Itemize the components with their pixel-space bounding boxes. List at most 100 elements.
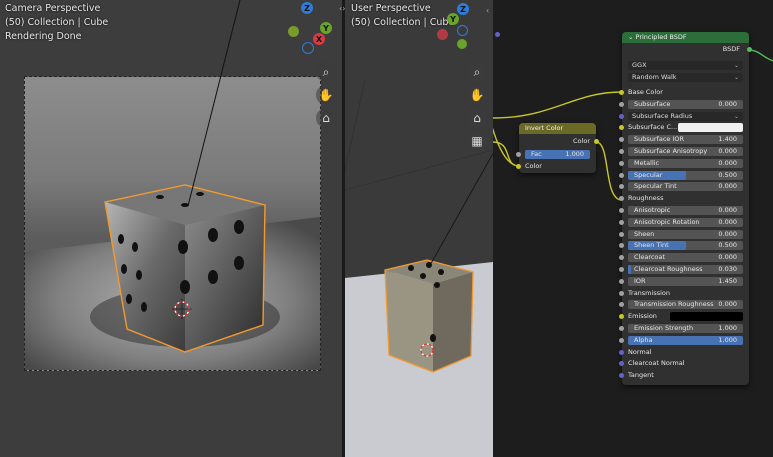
bsdf-input-row[interactable]: Sheen Tint 0.500 [619, 240, 749, 251]
value-field[interactable]: Metallic 0.000 [628, 158, 743, 168]
input-socket[interactable] [619, 196, 624, 202]
gizmo-neg-y[interactable] [302, 42, 314, 54]
gizmo-y-axis[interactable]: Y [320, 22, 332, 34]
subsurface-method-dropdown[interactable]: Random Walk ⌄ [628, 73, 743, 82]
output-socket[interactable] [594, 139, 599, 144]
collapse-chevron-icon[interactable]: ⌄ [628, 33, 636, 41]
bsdf-input-row[interactable]: Normal [619, 347, 749, 358]
bsdf-input-row[interactable]: Subsurface Anisotropy 0.000 [619, 146, 749, 157]
value-field[interactable]: Sheen Tint 0.500 [628, 241, 743, 251]
bsdf-input-row[interactable]: Specular 0.500 [619, 170, 749, 181]
bsdf-input-row[interactable]: Subsurface IOR 1.400 [619, 134, 749, 145]
value-field[interactable]: Specular Tint 0.000 [628, 182, 743, 192]
value-field[interactable]: Anisotropic Rotation 0.000 [628, 217, 743, 227]
node-header[interactable]: Invert Color [519, 123, 596, 134]
distribution-dropdown[interactable]: GGX ⌄ [628, 61, 743, 70]
bsdf-input-row[interactable]: Base Color [619, 87, 749, 98]
input-socket[interactable] [619, 255, 624, 261]
color-swatch-white[interactable] [678, 123, 743, 133]
input-socket[interactable] [619, 101, 624, 107]
node-editor[interactable]: Invert Color Color Fac 1.000 Color ⌄ Pri… [493, 0, 773, 457]
navigation-gizmo[interactable]: Z Y [437, 3, 493, 59]
fac-field[interactable]: Fac 1.000 [525, 150, 590, 159]
bsdf-input-row[interactable]: Clearcoat Normal [619, 358, 749, 369]
input-socket[interactable] [619, 267, 624, 272]
input-color-socket[interactable] [516, 164, 521, 169]
bsdf-input-row[interactable]: Sheen 0.000 [619, 229, 749, 240]
value-field[interactable]: Transmission Roughness 0.000 [628, 300, 743, 310]
input-socket[interactable] [619, 349, 624, 355]
bsdf-output-socket[interactable] [747, 47, 752, 52]
fac-socket[interactable] [516, 152, 521, 157]
value-field[interactable]: Subsurface Anisotropy 0.000 [628, 147, 743, 156]
input-socket[interactable] [619, 90, 624, 95]
value-field[interactable]: Subsurface IOR 1.400 [628, 135, 743, 145]
camera-viewport[interactable]: Camera Perspective (50) Collection | Cub… [0, 0, 342, 457]
gizmo-x-axis[interactable]: X [313, 33, 325, 45]
bsdf-input-row[interactable]: Emission Strength 1.000 [619, 323, 749, 334]
bsdf-input-row[interactable]: Clearcoat Roughness 0.030 [619, 264, 749, 275]
gizmo-neg-x[interactable] [457, 39, 467, 49]
bsdf-input-row[interactable]: Subsurface Radius ⌄ [619, 111, 749, 122]
input-socket[interactable] [619, 337, 624, 343]
bsdf-input-row[interactable]: Anisotropic Rotation 0.000 [619, 217, 749, 228]
value-field[interactable]: Sheen 0.000 [628, 229, 743, 239]
gizmo-z-axis[interactable]: Z [457, 3, 469, 15]
gizmo-z-axis[interactable]: Z [301, 2, 313, 14]
input-socket[interactable] [619, 149, 624, 154]
value-field[interactable]: Clearcoat 0.000 [628, 253, 743, 263]
zoom-icon[interactable]: ⌕ [316, 62, 336, 82]
color-swatch-black[interactable] [670, 312, 743, 322]
value-field[interactable]: IOR 1.450 [628, 276, 743, 286]
bsdf-input-row[interactable]: IOR 1.450 [619, 276, 749, 287]
bsdf-input-row[interactable]: Specular Tint 0.000 [619, 181, 749, 192]
gizmo-neg-x[interactable] [288, 26, 299, 37]
bsdf-input-row[interactable]: Tangent [619, 370, 749, 381]
grid-icon[interactable]: ▦ [467, 131, 487, 151]
input-socket[interactable] [619, 361, 624, 367]
input-socket[interactable] [619, 160, 624, 166]
user-viewport[interactable]: User Perspective (50) Collection | Cube … [345, 0, 493, 457]
pan-hand-icon[interactable]: ✋ [467, 85, 487, 105]
bsdf-input-row[interactable]: Alpha 1.000 [619, 335, 749, 346]
bsdf-input-row[interactable]: Emission [619, 311, 749, 322]
zoom-icon[interactable]: ⌕ [467, 62, 487, 82]
bsdf-input-row[interactable]: Transmission Roughness 0.000 [619, 299, 749, 310]
pan-hand-icon[interactable]: ✋ [316, 85, 336, 105]
input-socket[interactable] [619, 184, 624, 190]
collapse-arrow-icon[interactable]: ‹ [486, 6, 489, 15]
input-socket[interactable] [619, 243, 624, 249]
bsdf-input-row[interactable]: Roughness [619, 193, 749, 204]
gizmo-y-axis[interactable]: Y [447, 13, 459, 25]
bsdf-input-row[interactable]: Transmission [619, 288, 749, 299]
input-socket[interactable] [619, 290, 624, 296]
node-socket-left[interactable] [495, 32, 500, 37]
gizmo-x-axis[interactable] [437, 29, 448, 40]
input-socket[interactable] [619, 231, 624, 237]
node-header[interactable]: ⌄ Principled BSDF [622, 32, 749, 43]
camera-icon[interactable]: ⌂ [316, 108, 336, 128]
value-field[interactable]: Specular 0.500 [628, 170, 743, 180]
navigation-gizmo[interactable]: Z Y X [278, 2, 336, 60]
invert-color-node[interactable]: Invert Color Color Fac 1.000 Color [516, 123, 599, 173]
input-socket[interactable] [619, 326, 624, 331]
input-socket[interactable] [619, 113, 624, 119]
camera-icon[interactable]: ⌂ [467, 108, 487, 128]
bsdf-input-row[interactable]: Subsurface C... [619, 122, 749, 133]
input-socket[interactable] [619, 208, 624, 213]
bsdf-input-row[interactable]: Subsurface 0.000 [619, 99, 749, 110]
input-socket[interactable] [619, 219, 624, 225]
value-field[interactable]: Alpha 1.000 [628, 335, 743, 345]
input-socket[interactable] [619, 125, 624, 131]
input-socket[interactable] [619, 172, 624, 178]
input-socket[interactable] [619, 314, 624, 320]
input-socket[interactable] [619, 302, 624, 308]
bsdf-input-row[interactable]: Clearcoat 0.000 [619, 252, 749, 263]
input-socket[interactable] [619, 278, 624, 284]
bsdf-input-row[interactable]: Anisotropic 0.000 [619, 205, 749, 216]
subsurface-radius-dropdown[interactable]: Subsurface Radius ⌄ [628, 111, 743, 121]
input-socket[interactable] [619, 137, 624, 143]
principled-bsdf-node[interactable]: ⌄ Principled BSDF BSDF GGX ⌄ Random Walk ⌄… [619, 32, 752, 385]
input-socket[interactable] [619, 373, 624, 379]
value-field[interactable]: Subsurface 0.000 [628, 99, 743, 109]
